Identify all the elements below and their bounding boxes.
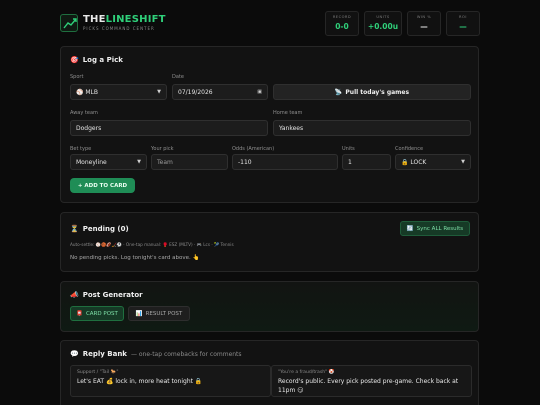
your-pick-label: Your pick [151,146,174,152]
date-input[interactable]: 07/19/2026 ▣ [172,84,268,100]
stat-value: +0.00u [367,21,399,31]
logo-chart-icon [60,14,78,32]
reply-card[interactable]: "You're a fraud/trash" 🤡 Record's public… [271,365,472,397]
your-pick-placeholder: Team [157,158,173,166]
satellite-icon: 📡 [334,88,343,96]
chevron-down-icon: ▼ [157,89,161,95]
confidence-value: 🔒 LOCK [401,158,427,166]
brand: THELINESHIFT PICKS COMMAND CENTER [83,15,166,31]
away-team-value: Dodgers [76,124,102,132]
log-pick-title: 🎯 Log a Pick [70,56,123,64]
pending-title: ⏳ Pending (0) [70,225,129,233]
stat-label: RECORD [332,14,352,19]
sport-select-value: ⚾ MLB [76,88,99,96]
tab-card-post-label: CARD POST [85,310,118,317]
bar-chart-icon: 📊 [135,310,143,317]
stat-label: UNITS [376,14,390,19]
reply-card-tag: Support / "Tail 🐎" [77,370,119,375]
units-label: Units [342,146,355,152]
chevron-down-icon: ▼ [461,159,465,165]
odds-input[interactable]: -110 [232,154,338,170]
reply-card[interactable]: Support / "Tail 🐎" Let's EAT 💰 lock in, … [70,365,271,397]
chevron-down-icon: ▼ [137,159,141,165]
away-team-label: Away team [70,110,98,116]
sport-select[interactable]: ⚾ MLB ▼ [70,84,167,100]
tab-card-post[interactable]: 📮 CARD POST [70,306,124,321]
stat-units: UNITS +0.00u [364,10,402,36]
pull-games-label: Pull today's games [345,88,410,96]
pull-games-button[interactable]: 📡 Pull today's games [273,84,471,100]
reply-card-text: Let's EAT 💰 lock in, more heat tonight 🔒 [77,378,203,385]
brand-title: THELINESHIFT [83,15,166,25]
confidence-select[interactable]: 🔒 LOCK ▼ [395,154,471,170]
bet-type-value: Moneyline [76,158,107,166]
stat-value: 0-0 [335,21,349,31]
bet-type-select[interactable]: Moneyline ▼ [70,154,147,170]
post-generator-title-text: Post Generator [82,291,143,299]
home-team-input[interactable]: Yankees [273,120,471,136]
reply-bank-title: 💬 Reply Bank — one-tap comebacks for com… [70,350,242,358]
calendar-icon[interactable]: ▣ [257,89,262,95]
reply-card-tag: "You're a fraud/trash" 🤡 [278,370,335,375]
brand-subtitle: PICKS COMMAND CENTER [83,26,155,31]
stat-value: — [459,21,467,31]
date-label: Date [172,74,184,80]
pending-panel: ⏳ Pending (0) 🔄 Sync ALL Results Auto-se… [60,212,479,272]
stat-roi: ROI — [446,10,480,36]
stat-label: ROI [459,14,467,19]
units-value: 1 [348,158,352,166]
home-team-value: Yankees [279,124,304,132]
reply-card-text: Record's public. Every pick posted pre-g… [278,378,459,394]
pending-empty-state: No pending picks. Log tonight's card abo… [70,255,200,261]
stat-label: WIN % [416,14,432,19]
speech-bubble-icon: 💬 [70,350,79,358]
bet-type-label: Bet type [70,146,92,152]
your-pick-input[interactable]: Team [151,154,228,170]
odds-label: Odds (American) [232,146,275,152]
odds-value: -110 [238,158,252,166]
add-to-card-button[interactable]: + ADD TO CARD [70,178,135,193]
reply-bank-subtitle: — one-tap comebacks for comments [130,350,242,358]
sync-results-label: Sync ALL Results [416,225,464,232]
post-generator-title: 📣 Post Generator [70,291,143,299]
confidence-label: Confidence [395,146,424,152]
sync-results-button[interactable]: 🔄 Sync ALL Results [400,221,470,236]
log-pick-panel: 🎯 Log a Pick Sport ⚾ MLB ▼ Date 07/19/20… [60,46,479,203]
reply-bank-panel: 💬 Reply Bank — one-tap comebacks for com… [60,340,479,405]
sport-label: Sport [70,74,84,80]
app-header: THELINESHIFT PICKS COMMAND CENTER RECORD… [60,9,480,37]
date-input-value: 07/19/2026 [178,88,213,96]
refresh-icon: 🔄 [406,225,414,232]
stat-value: — [420,21,428,31]
pending-title-text: Pending (0) [82,225,129,233]
stat-win-pct: WIN % — [407,10,441,36]
reply-bank-title-text: Reply Bank [82,350,127,358]
brand-title-part1: THE [83,14,106,25]
units-input[interactable]: 1 [342,154,391,170]
hourglass-icon: ⏳ [70,225,79,233]
tab-result-post-label: RESULT POST [145,310,183,317]
tab-result-post[interactable]: 📊 RESULT POST [128,306,190,321]
stat-record: RECORD 0-0 [325,10,359,36]
home-team-label: Home team [273,110,303,116]
log-pick-title-text: Log a Pick [82,56,123,64]
auto-settle-note: Auto-settle: ⚾🏀🏈🏒⚽ · One-tap manual: 🥊 E… [70,242,234,247]
post-generator-panel: 📣 Post Generator 📮 CARD POST 📊 RESULT PO… [60,281,479,332]
target-icon: 🎯 [70,56,79,64]
stats-bar: RECORD 0-0 UNITS +0.00u WIN % — ROI — [325,10,480,36]
megaphone-icon: 📣 [70,291,79,299]
mailbox-icon: 📮 [76,310,83,317]
away-team-input[interactable]: Dodgers [70,120,268,136]
brand-title-part2: LINESHIFT [105,14,166,25]
